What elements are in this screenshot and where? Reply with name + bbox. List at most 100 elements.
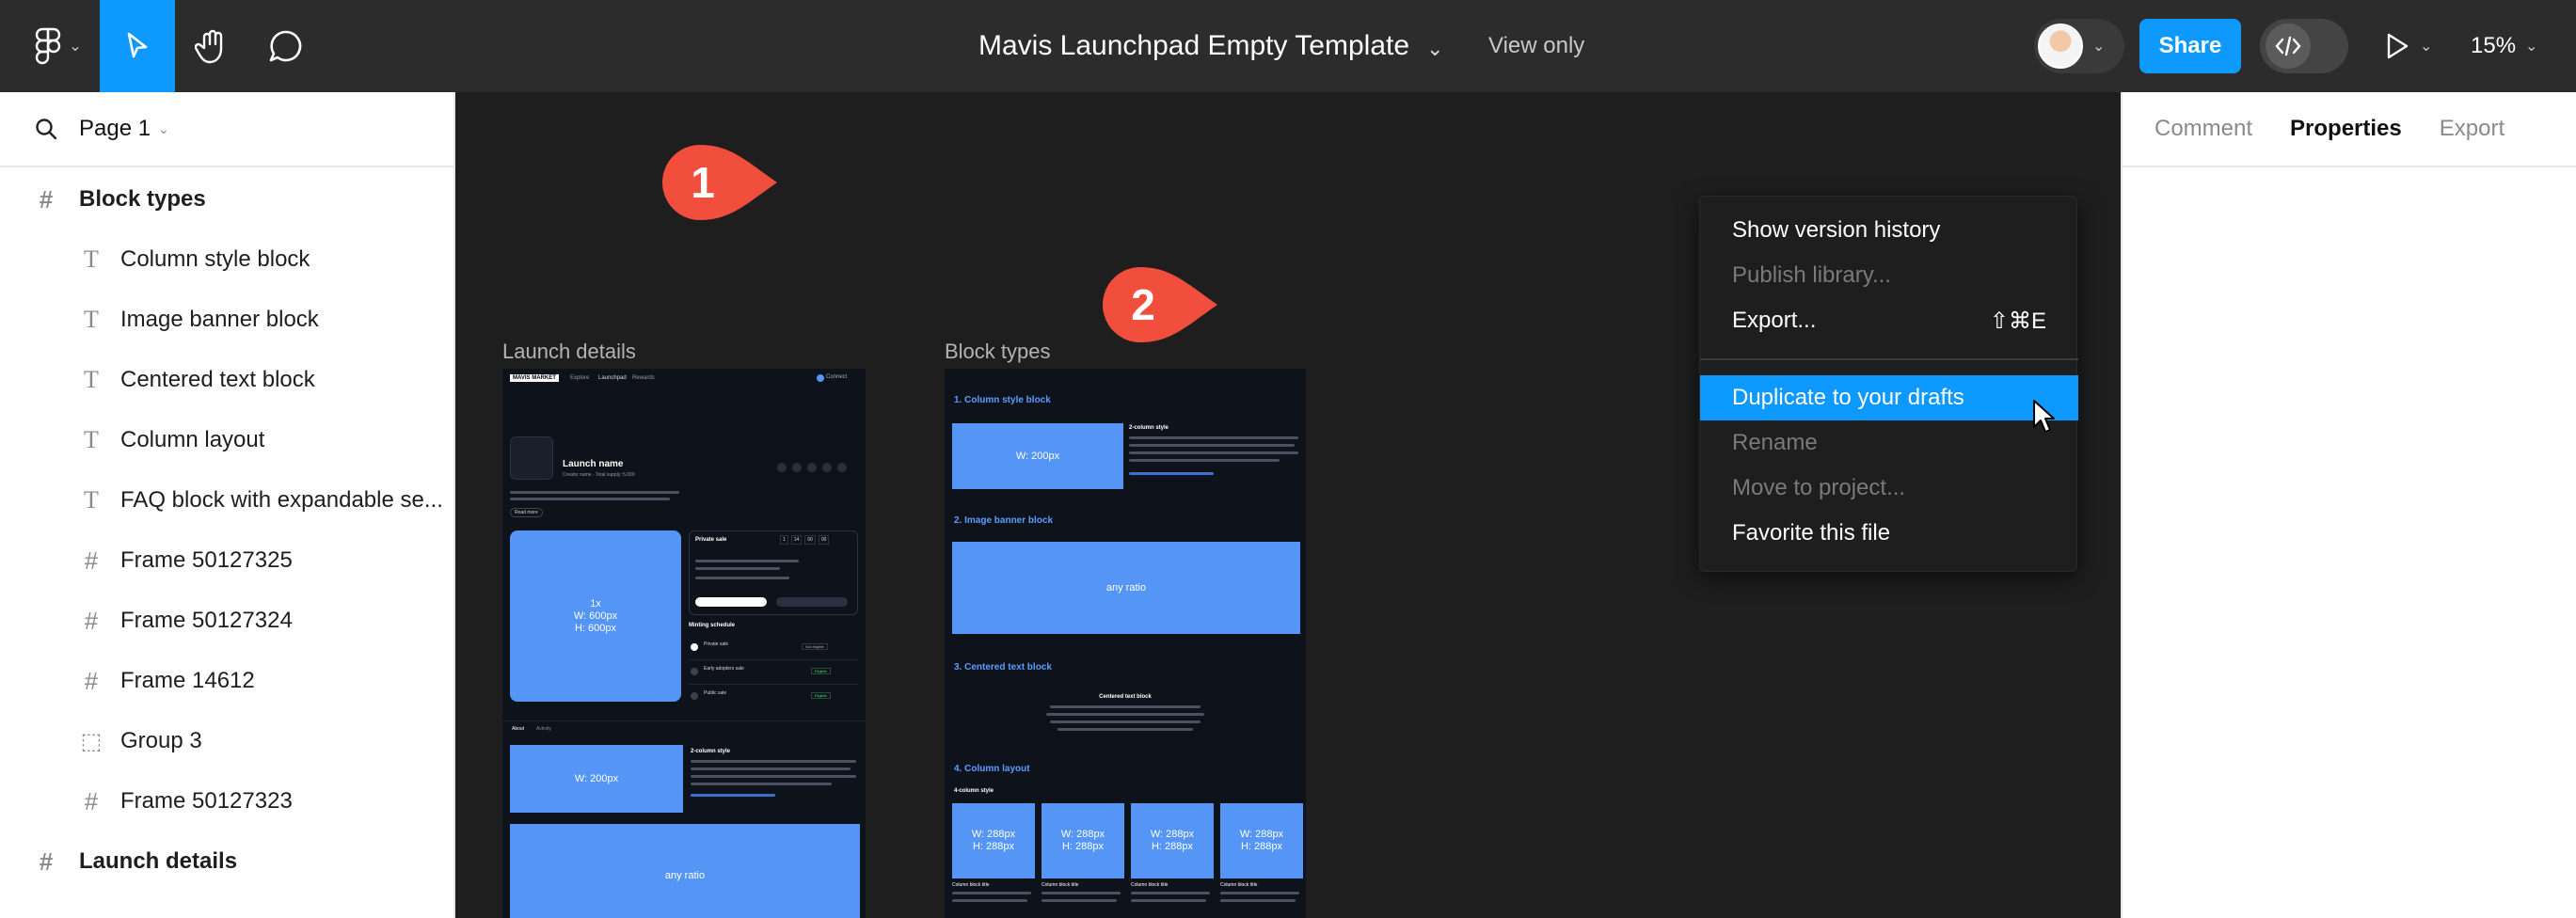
nav-item: Rewards [632,375,655,381]
layer-label: Frame 14612 [120,668,255,693]
comment-tool-button[interactable] [248,0,324,92]
chevron-down-icon: ⌄ [2525,39,2538,55]
layer-label: Image banner block [120,307,319,332]
tab-properties[interactable]: Properties [2290,116,2402,142]
banner-placeholder: any ratio [510,824,860,918]
body-line [1220,892,1299,894]
link-line [1129,472,1214,475]
secondary-pill [776,597,848,607]
file-title: Mavis Launchpad Empty Template [978,30,1410,61]
layer-row[interactable]: # Frame 50127324 [0,591,453,651]
step-badge-1: 1 [660,143,779,222]
countdown-cell: 00 [818,535,830,545]
menu-item-label: Show version history [1732,217,1941,243]
layer-row[interactable]: # Frame 50127325 [0,530,453,591]
layer-row[interactable]: # Block types [0,169,453,230]
four-column-title: 4-column style [954,788,994,794]
layer-row[interactable]: # Launch details [0,831,453,892]
body-line [1050,705,1201,708]
info-line [695,567,780,570]
frame-icon: # [84,786,99,815]
present-button[interactable]: ⌄ [2384,0,2432,92]
layer-row[interactable]: T Column layout [0,410,453,470]
properties-panel: Comment Properties Export [2121,92,2576,918]
layers-panel: Page 1 ⌄ # Block types T Column style block… [0,92,455,918]
nav-brand: MAVIS MARKET [510,374,559,382]
menu-item-show-version-history[interactable]: Show version history [1700,208,2078,253]
schedule-name: Public sale [704,690,727,696]
layer-row[interactable]: T Image banner block [0,290,453,350]
body-line [691,768,851,770]
body-line [691,783,832,785]
centered-title: Centered text block [1099,694,1152,700]
column-tile: W: 288px H: 288px [1042,803,1124,878]
main-menu-button[interactable]: ⌄ [17,13,100,79]
zoom-menu-button[interactable]: 15% ⌄ [2471,0,2537,92]
layer-row[interactable]: T Column style block [0,230,453,290]
move-tool-icon [127,32,148,58]
social-icons [777,463,847,472]
chevron-down-icon: ⌄ [2420,39,2433,55]
body-line [1220,899,1296,902]
body-line [1131,899,1206,902]
layer-row[interactable]: ⬚ Group 3 [0,711,453,771]
share-button[interactable]: Share [2139,19,2241,73]
column-caption: Column block title [1042,882,1079,888]
menu-item-label: Publish library... [1732,262,1891,288]
page-selector[interactable]: Page 1 ⌄ [0,92,453,167]
menu-divider [1700,358,2078,360]
layer-row[interactable]: # Frame 14612 [0,651,453,711]
schedule-status: Eligible [811,668,831,674]
column-caption: Column block title [1131,882,1169,888]
multiplayer-avatar-button[interactable]: ⌄ [2034,19,2124,73]
panel-tabs: Comment Properties Export [2123,92,2576,167]
section-title: 3. Centered text block [954,662,1052,673]
read-more-button: Read more [510,508,543,517]
private-sale-title: Private sale [695,537,727,543]
schedule-row: Public sale Eligible [689,685,858,709]
image-placeholder: 1x W: 600px H: 600px [510,530,681,702]
countdown: 1 14 00 00 [780,535,830,545]
activity-tab: Activity [536,726,551,732]
body-line [691,760,856,763]
schedule-name: Early adopters sale [704,666,744,672]
body-line [1131,892,1210,894]
file-title-button[interactable]: Mavis Launchpad Empty Template ⌄ [978,0,1443,92]
menu-item-favorite[interactable]: Favorite this file [1700,511,2078,556]
canvas[interactable]: Launch details Block types MAVIS MARKET … [455,92,2121,918]
layer-row[interactable]: T Centered text block [0,350,453,410]
hand-tool-button[interactable] [175,0,250,92]
menu-item-duplicate-to-drafts[interactable]: Duplicate to your drafts [1700,375,2078,420]
layer-row[interactable]: T FAQ block with expandable se... [0,470,453,530]
block-types-frame[interactable]: 1. Column style block W: 200px 2-column … [945,369,1306,918]
menu-item-label: Rename [1732,430,1818,455]
dev-mode-toggle[interactable] [2260,19,2348,73]
text-icon: T [84,486,99,514]
page-name: Page 1 [79,116,151,141]
text-icon: T [84,366,99,393]
schedule-name: Private sale [704,641,729,647]
chevron-down-icon: ⌄ [1426,37,1444,60]
frame-label-launch-details[interactable]: Launch details [502,340,636,364]
minting-schedule-title: Minting schedule [689,623,736,628]
body-line [1129,451,1298,454]
schedule-status: Not eligible [802,643,828,650]
toolbar: ⌄ Mavis Launchpad Empty Template ⌄ View … [0,0,2576,92]
body-line [1042,892,1121,894]
menu-item-export[interactable]: Export... ⇧⌘E [1700,298,2078,343]
layer-label: Frame 50127323 [120,788,293,814]
tab-export[interactable]: Export [2440,116,2504,142]
layer-row[interactable]: # Frame 50127323 [0,771,453,831]
search-icon[interactable] [34,117,58,141]
launch-details-frame[interactable]: MAVIS MARKET Explore Launchpad Rewards C… [502,369,866,918]
move-tool-button[interactable] [100,0,175,92]
schedule-status: Eligible [811,692,831,699]
nav-item: Launchpad [598,375,627,381]
tab-comment[interactable]: Comment [2155,116,2252,142]
menu-item-label: Favorite this file [1732,520,1891,546]
body-line [952,899,1027,902]
frame-label-block-types[interactable]: Block types [945,340,1051,364]
section-title: 2. Image banner block [954,515,1054,526]
avatar [2038,24,2083,69]
chevron-down-icon: ⌄ [2092,39,2106,55]
